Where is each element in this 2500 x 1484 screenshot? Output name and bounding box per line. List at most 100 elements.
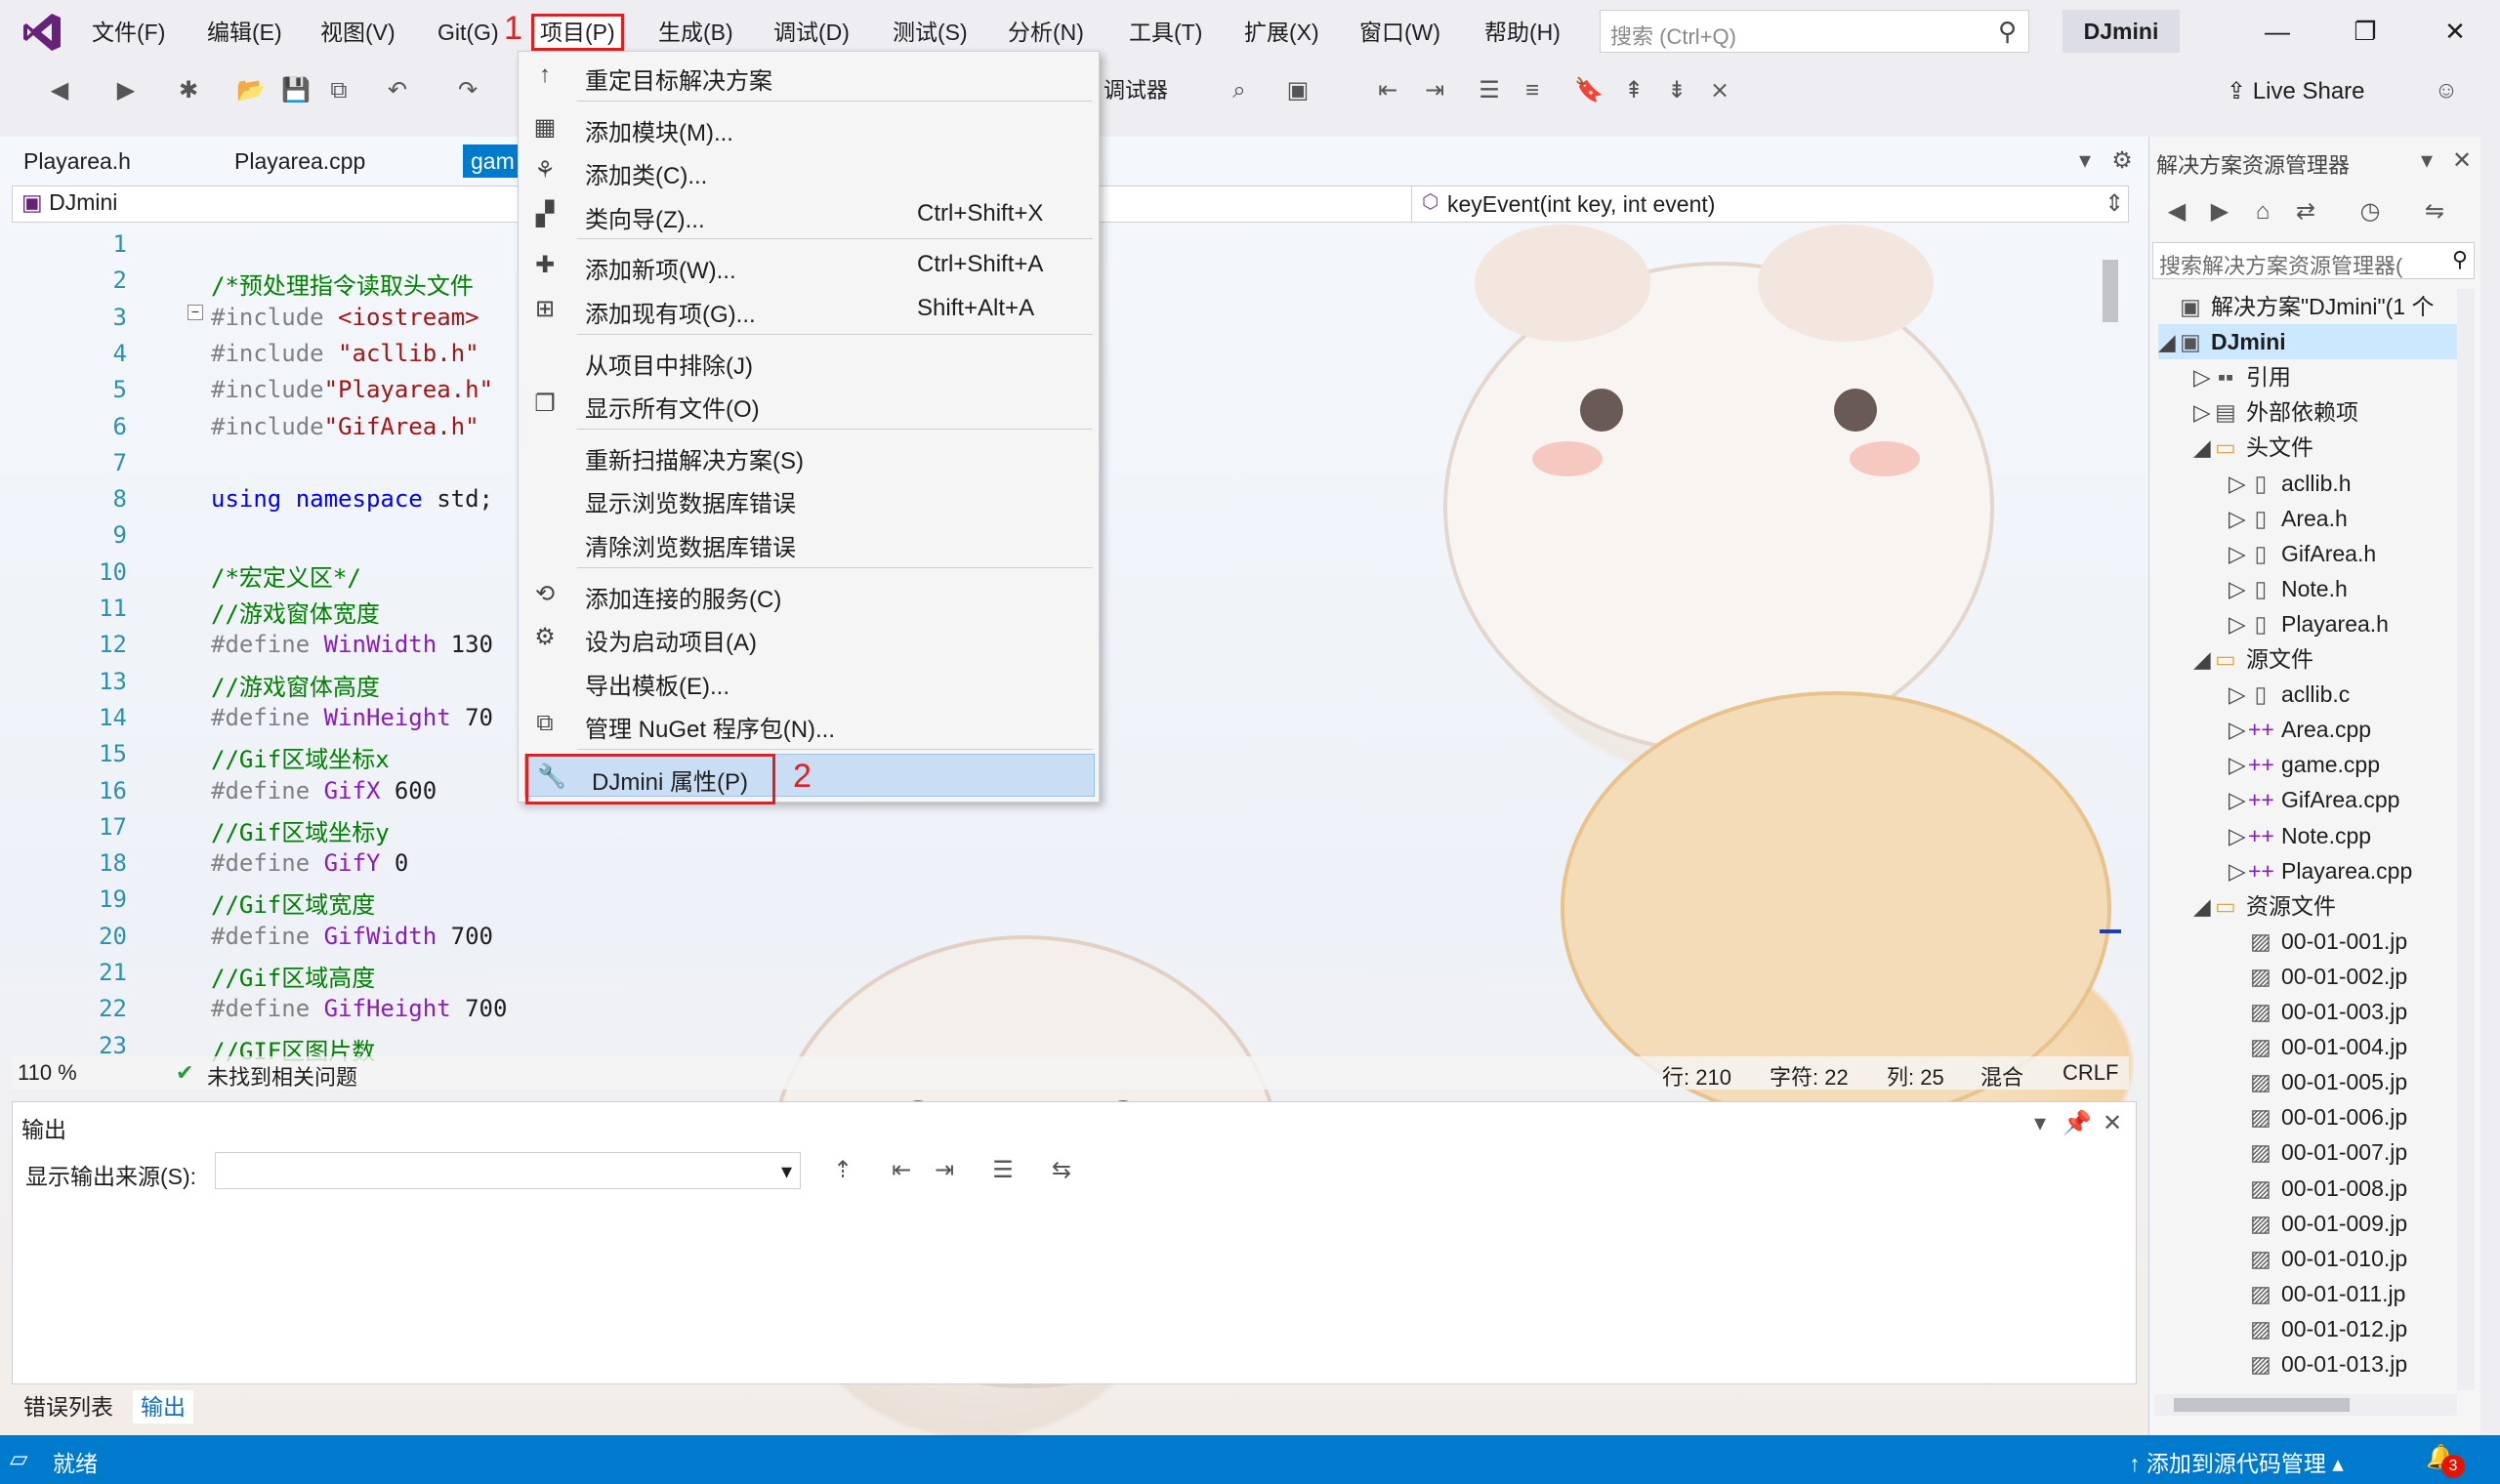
- outdent-icon[interactable]: ⇥: [1418, 74, 1451, 107]
- history-icon[interactable]: ◷: [2354, 195, 2387, 228]
- open-folder-icon[interactable]: 📂: [234, 74, 268, 107]
- menu-item-17[interactable]: ⚙ 设为启动项目(A): [519, 615, 1099, 658]
- collapsed-chevron-icon[interactable]: ▷: [2229, 501, 2248, 536]
- tree-item[interactable]: ▷++ GifArea.cpp: [2229, 782, 2457, 817]
- tree-hscroll-thumb[interactable]: [2174, 1398, 2350, 1412]
- add-to-source-control[interactable]: ↑ 添加到源代码管理 ▴: [2129, 1445, 2344, 1478]
- tab-game-cpp[interactable]: gam: [463, 144, 522, 178]
- tree-item[interactable]: ▷ ▯ acllib.h: [2229, 466, 2457, 501]
- zoom-dropdown[interactable]: 110 %: [18, 1060, 77, 1086]
- code-line[interactable]: #include"Playarea.h": [211, 376, 493, 403]
- expanded-chevron-icon[interactable]: ◢: [2193, 430, 2213, 465]
- undo-icon[interactable]: ↶: [381, 74, 414, 107]
- menu-item-3[interactable]: ⚘ 添加类(C)...: [519, 148, 1099, 191]
- save-all-icon[interactable]: ⧉: [322, 74, 355, 107]
- close-panel-icon[interactable]: ✕: [2096, 1107, 2129, 1140]
- issues-label[interactable]: 未找到相关问题: [207, 1060, 357, 1092]
- collapsed-chevron-icon[interactable]: ▷: [2229, 853, 2248, 888]
- split-editor-icon[interactable]: ⇕: [2098, 187, 2131, 221]
- code-line[interactable]: #include "acllib.h": [211, 340, 479, 367]
- redo-icon[interactable]: ↷: [451, 74, 484, 107]
- maximize-button[interactable]: ❐: [2346, 12, 2385, 51]
- code-line[interactable]: #define GifY 0: [211, 849, 408, 877]
- project-dropdown[interactable]: ▣ DJmini: [21, 189, 117, 216]
- menu-item-6[interactable]: ✚ 添加新项(W)... Ctrl+Shift+A: [519, 243, 1099, 286]
- sol-close-icon[interactable]: ✕: [2445, 144, 2479, 178]
- function-dropdown[interactable]: ⬡ keyEvent(int key, int event): [1411, 186, 2095, 223]
- menu-item-10[interactable]: 扩展(X): [1238, 14, 1325, 51]
- collapsed-chevron-icon[interactable]: ▷: [2229, 571, 2248, 606]
- tree-item[interactable]: ▨ 00-01-004.jp: [2229, 1029, 2457, 1064]
- clear-bookmarks-icon[interactable]: ⨯: [1703, 74, 1736, 107]
- settings-icon[interactable]: ⚙: [2105, 144, 2139, 178]
- menu-item-10[interactable]: ❐ 显示所有文件(O): [519, 382, 1099, 425]
- menu-item-7[interactable]: 测试(S): [887, 14, 974, 51]
- code-line[interactable]: #include"GifArea.h": [211, 413, 479, 440]
- tree-item[interactable]: ▨ 00-01-006.jp: [2229, 1099, 2457, 1134]
- collapsed-chevron-icon[interactable]: ▷: [2229, 818, 2248, 853]
- tree-item[interactable]: ▷++ game.cpp: [2229, 747, 2457, 782]
- clear-all-icon[interactable]: ☰: [986, 1154, 1020, 1187]
- code-line[interactable]: /*预处理指令读取头文件: [211, 267, 474, 301]
- comment-icon[interactable]: ☰: [1473, 74, 1506, 107]
- expanded-chevron-icon[interactable]: ◢: [2193, 888, 2213, 924]
- tree-item[interactable]: ▨ 00-01-008.jp: [2229, 1171, 2457, 1206]
- tab-list-dropdown-icon[interactable]: ▾: [2068, 144, 2102, 178]
- code-line[interactable]: #define GifHeight 700: [211, 995, 507, 1022]
- collapsed-chevron-icon[interactable]: ▷: [2193, 394, 2213, 430]
- feedback-icon[interactable]: ☺: [2430, 74, 2463, 107]
- find-icon[interactable]: ⌕: [1223, 74, 1256, 107]
- whitespace-mode[interactable]: 混合: [1980, 1060, 2023, 1092]
- tree-item[interactable]: ▣ 解决方案"DJmini"(1 个: [2158, 289, 2457, 324]
- menu-item-16[interactable]: ⟲ 添加连接的服务(C): [519, 572, 1099, 615]
- tab-playarea-cpp[interactable]: Playarea.cpp: [234, 144, 365, 178]
- forward-icon[interactable]: ▶: [109, 74, 143, 107]
- home-icon[interactable]: ⌂: [2246, 195, 2279, 228]
- tree-item[interactable]: ▨ 00-01-005.jp: [2229, 1064, 2457, 1099]
- switch-views-icon[interactable]: ⇄: [2289, 195, 2322, 228]
- tree-item[interactable]: ▨ 00-01-010.jp: [2229, 1241, 2457, 1276]
- tab-output[interactable]: 输出: [133, 1390, 193, 1423]
- code-line[interactable]: using namespace std;: [211, 485, 493, 513]
- tree-item[interactable]: ▷ ▤ 外部依赖项: [2193, 394, 2457, 430]
- code-line[interactable]: //Gif区域坐标x: [211, 740, 390, 774]
- code-line[interactable]: #define GifWidth 700: [211, 923, 493, 950]
- tree-item[interactable]: ▨ 00-01-001.jp: [2229, 924, 2457, 959]
- menu-item-7[interactable]: ⊞ 添加现有项(G)... Shift+Alt+A: [519, 287, 1099, 330]
- collapsed-chevron-icon[interactable]: ▷: [2229, 782, 2248, 817]
- expanded-chevron-icon[interactable]: ◢: [2193, 641, 2213, 677]
- menu-item-2[interactable]: 视图(V): [314, 14, 401, 51]
- tree-item[interactable]: ▨ 00-01-012.jp: [2229, 1311, 2457, 1346]
- tree-item[interactable]: ◢ ▭ 头文件: [2193, 430, 2457, 465]
- visual-studio-logo-icon[interactable]: [20, 10, 64, 55]
- collapsed-chevron-icon[interactable]: ▷: [2229, 606, 2248, 641]
- menu-item-2[interactable]: ▦ 添加模块(M)...: [519, 105, 1099, 148]
- code-line[interactable]: //游戏窗体高度: [211, 668, 380, 702]
- tree-item[interactable]: ▨ 00-01-011.jp: [2229, 1276, 2457, 1311]
- live-share-button[interactable]: ⇪ Live Share: [2227, 74, 2365, 109]
- tree-item[interactable]: ▷ ▯ Area.h: [2229, 501, 2457, 536]
- word-wrap-icon[interactable]: ⇆: [1045, 1154, 1078, 1187]
- code-line[interactable]: //游戏窗体宽度: [211, 595, 380, 629]
- collapsed-chevron-icon[interactable]: ▷: [2229, 677, 2248, 712]
- indent-icon[interactable]: ⇤: [1371, 74, 1404, 107]
- tree-item[interactable]: ▷++ Area.cpp: [2229, 712, 2457, 747]
- tree-item[interactable]: ▨ 00-01-013.jp: [2229, 1346, 2457, 1381]
- menu-item-19[interactable]: ⧉ 管理 NuGet 程序包(N)...: [519, 702, 1099, 745]
- tree-item[interactable]: ▷++ Note.cpp: [2229, 818, 2457, 853]
- sol-forward-icon[interactable]: ▶: [2203, 195, 2236, 228]
- tree-item[interactable]: ▷ ▯ acllib.c: [2229, 677, 2457, 712]
- menu-item-11[interactable]: 窗口(W): [1354, 14, 1446, 51]
- collapsed-chevron-icon[interactable]: ▷: [2229, 466, 2248, 501]
- prev-bookmark-icon[interactable]: ⇞: [1617, 74, 1650, 107]
- editor-vertical-scrollbar[interactable]: [2100, 227, 2121, 1047]
- bookmark-icon[interactable]: 🔖: [1572, 74, 1605, 107]
- scroll-thumb[interactable]: [2103, 260, 2118, 322]
- tree-item[interactable]: ▨ 00-01-003.jp: [2229, 994, 2457, 1029]
- menu-item-12[interactable]: 重新扫描解决方案(S): [519, 433, 1099, 476]
- save-icon[interactable]: 💾: [279, 74, 312, 107]
- close-window-button[interactable]: ✕: [2436, 12, 2475, 51]
- pin-icon[interactable]: 📌: [2061, 1107, 2094, 1140]
- collapsed-chevron-icon[interactable]: ▷: [2193, 359, 2213, 394]
- sync-icon[interactable]: ⇋: [2418, 195, 2451, 228]
